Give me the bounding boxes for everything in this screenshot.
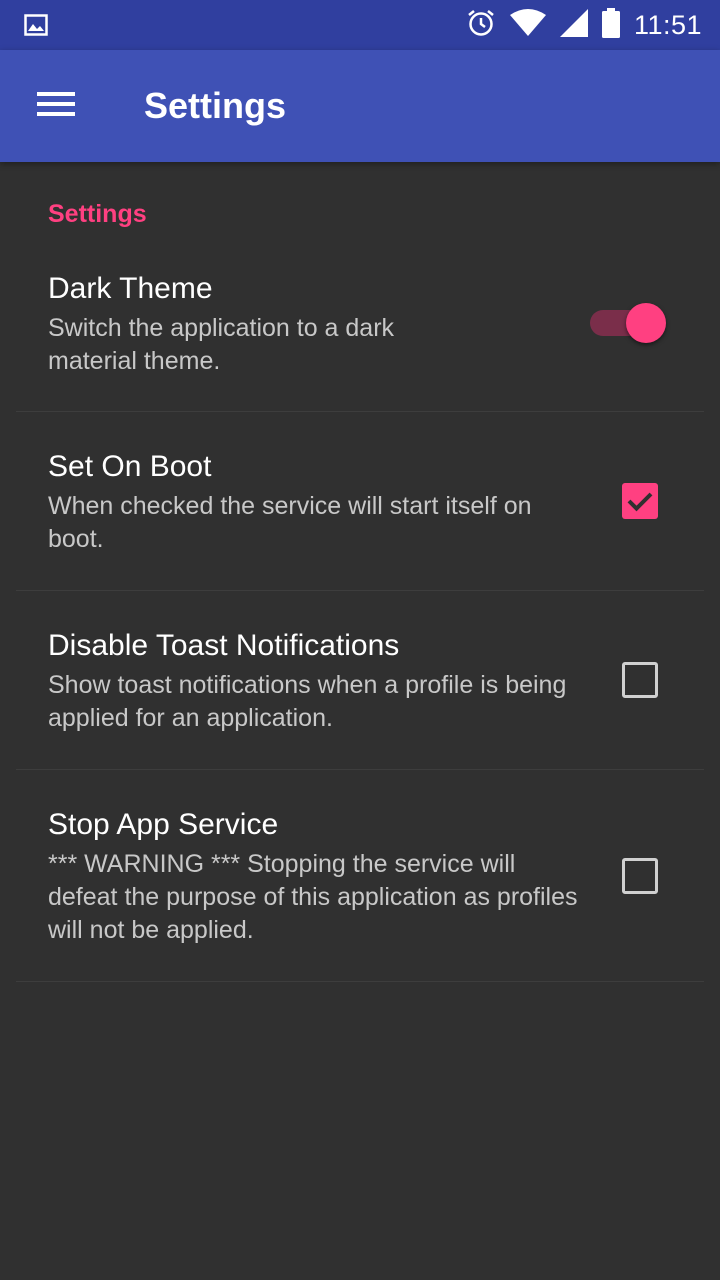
pref-summary: When checked the service will start itse… [48, 492, 532, 553]
pref-title: Set On Boot [48, 450, 212, 483]
disable-toast-checkbox[interactable] [622, 662, 658, 698]
signal-icon [559, 9, 588, 41]
stop-service-checkbox[interactable] [622, 858, 658, 894]
pref-summary: Switch the application to a dark materia… [48, 314, 395, 375]
battery-icon [601, 8, 620, 42]
alarm-icon [466, 8, 496, 42]
section-header: Settings [48, 200, 147, 228]
pref-disable-toast[interactable]: Disable Toast Notifications Show toast n… [16, 591, 704, 770]
status-time: 11:51 [633, 9, 702, 40]
checkmark-icon [622, 492, 658, 523]
pref-title: Dark Theme [48, 272, 213, 305]
hamburger-menu-icon [37, 90, 75, 122]
app-bar: Settings [0, 50, 720, 162]
pref-dark-theme[interactable]: Dark Theme Switch the application to a d… [16, 232, 704, 412]
image-notification-icon [24, 13, 48, 37]
pref-summary: *** WARNING *** Stopping the service wil… [48, 850, 578, 944]
pref-title: Disable Toast Notifications [48, 629, 400, 662]
pref-title: Stop App Service [48, 808, 279, 841]
pref-stop-service[interactable]: Stop App Service *** WARNING *** Stoppin… [16, 770, 704, 982]
pref-set-on-boot[interactable]: Set On Boot When checked the service wil… [16, 412, 704, 591]
switch-thumb [626, 303, 666, 343]
pref-summary: Show toast notifications when a profile … [48, 671, 567, 732]
menu-button[interactable] [28, 78, 84, 134]
dark-theme-switch[interactable] [590, 302, 666, 343]
status-bar: 11:51 [0, 0, 720, 50]
page-title: Settings [144, 85, 287, 126]
wifi-icon [509, 9, 546, 41]
set-on-boot-checkbox[interactable] [622, 483, 658, 519]
